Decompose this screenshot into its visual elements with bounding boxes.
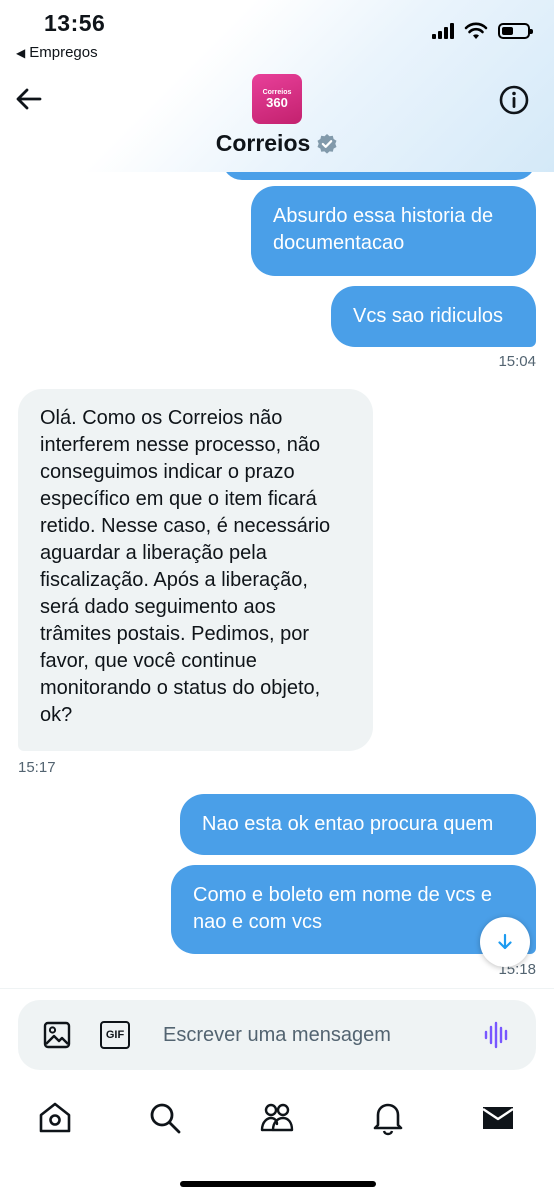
communities-icon[interactable] [259,1100,295,1136]
message-bubble-outgoing[interactable]: Nao esta ok entao procura quem [180,794,536,855]
message-timestamp: 15:17 [18,759,56,776]
wifi-icon [464,22,488,39]
message-text: Olá. Como os Correios não interferem nes… [40,407,331,726]
search-icon[interactable] [147,1100,183,1136]
scroll-to-bottom-button[interactable] [480,917,530,967]
message-text: Absurdo essa historia de documentacao [273,205,494,254]
message-bubble-outgoing[interactable]: Vcs sao ridiculos [331,286,536,347]
status-bar: 13:56 ◀ Empregos [0,0,554,70]
battery-icon [498,23,533,39]
home-icon[interactable] [37,1100,73,1136]
back-triangle-icon: ◀ [16,45,26,60]
message-composer: GIF [18,1000,536,1070]
bottom-navigation [0,1090,554,1150]
info-icon[interactable] [498,84,530,116]
message-bubble-outgoing[interactable]: Absurdo essa historia de documentacao [251,186,536,276]
cellular-signal-icon [432,23,454,39]
back-to-app-link[interactable]: ◀ Empregos [16,44,98,61]
arrow-left-icon[interactable] [14,84,44,114]
gif-label: GIF [105,1029,125,1041]
status-time: 13:56 [44,10,106,36]
verified-badge-icon [317,133,337,154]
gif-icon[interactable]: GIF [100,1021,130,1049]
back-app-label: Empregos [29,44,98,61]
page-title[interactable]: Correios [216,130,311,157]
mail-icon[interactable] [480,1100,516,1136]
message-text: Nao esta ok entao procura quem [202,813,494,835]
message-text: Vcs sao ridiculos [353,305,504,327]
divider [0,988,554,989]
message-input[interactable] [163,1017,463,1053]
home-indicator [180,1181,376,1187]
bell-icon[interactable] [370,1100,406,1136]
status-icons [432,22,533,40]
avatar-badge-text: 360 [266,95,288,110]
avatar[interactable]: Correios 360 [252,74,302,124]
message-timestamp: 15:04 [498,353,536,370]
message-text: Como e boleto em nome de vcs e nao e com… [193,884,493,933]
image-icon[interactable] [42,1020,72,1050]
voice-wave-icon[interactable] [482,1020,512,1050]
message-bubble-incoming[interactable]: Olá. Como os Correios não interferem nes… [18,389,373,751]
arrow-down-icon [498,933,512,950]
title-row: Correios [0,130,554,157]
